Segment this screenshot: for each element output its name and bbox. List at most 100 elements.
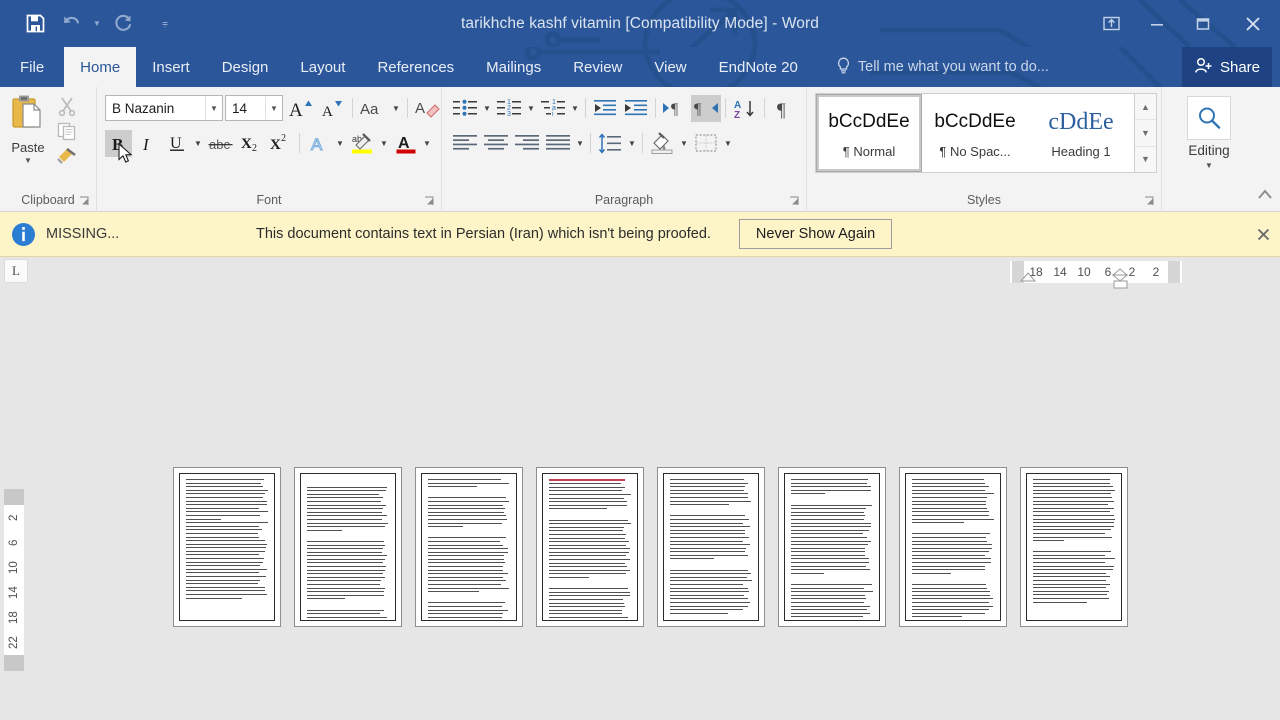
multilevel-list-icon[interactable]: 1ai: [538, 95, 568, 122]
styles-label-text: Styles: [966, 193, 1002, 207]
paragraph-dialog-launcher-icon[interactable]: [789, 196, 800, 207]
tab-stop-selector[interactable]: L: [4, 259, 28, 283]
tab-view[interactable]: View: [638, 47, 702, 87]
copy-icon[interactable]: [57, 122, 77, 141]
font-color-chevron-down-icon[interactable]: ▼: [421, 130, 433, 157]
style-item-heading1[interactable]: cDdEe Heading 1: [1028, 94, 1134, 172]
italic-button[interactable]: I: [134, 130, 161, 157]
cut-icon[interactable]: [57, 96, 77, 116]
page-thumbnail[interactable]: [294, 467, 402, 627]
undo-icon[interactable]: [54, 7, 88, 41]
page-thumbnail[interactable]: [1020, 467, 1128, 627]
styles-more-icon[interactable]: ▼: [1135, 145, 1156, 172]
bold-button[interactable]: B: [105, 129, 132, 157]
grow-font-icon[interactable]: A: [285, 95, 315, 122]
editing-button[interactable]: Editing ▼: [1187, 92, 1231, 170]
change-case-chevron-down-icon[interactable]: ▼: [390, 95, 402, 122]
font-size-chevron-down-icon[interactable]: ▼: [265, 96, 282, 120]
font-size-combo[interactable]: 14 ▼: [225, 95, 283, 121]
save-icon[interactable]: [18, 7, 52, 41]
ribbon-display-icon[interactable]: [1088, 0, 1134, 47]
tab-references[interactable]: References: [361, 47, 470, 87]
superscript-button[interactable]: X2: [267, 130, 294, 157]
horizontal-ruler[interactable]: 18 14 10 6 2 2: [1010, 261, 1182, 283]
shading-icon[interactable]: [647, 130, 677, 157]
align-left-icon[interactable]: [450, 130, 480, 157]
style-item-normal[interactable]: bCcDdEe ¶ Normal: [816, 94, 922, 172]
line-spacing-chevron-down-icon[interactable]: ▼: [626, 130, 638, 157]
search-icon[interactable]: [1187, 96, 1231, 140]
styles-scroll-up-icon[interactable]: ▲: [1135, 94, 1156, 119]
clear-formatting-icon[interactable]: A: [413, 95, 443, 122]
tab-file[interactable]: File: [0, 47, 65, 87]
styles-gallery-scrollbar[interactable]: ▲ ▼ ▼: [1135, 93, 1157, 173]
tell-me-box[interactable]: Tell me what you want to do...: [836, 47, 1049, 87]
close-icon[interactable]: [1226, 0, 1280, 47]
shading-chevron-down-icon[interactable]: ▼: [678, 130, 690, 157]
page-thumbnail[interactable]: [899, 467, 1007, 627]
justify-icon[interactable]: [543, 130, 573, 157]
tab-layout[interactable]: Layout: [284, 47, 361, 87]
highlight-chevron-down-icon[interactable]: ▼: [378, 130, 390, 157]
never-show-again-button[interactable]: Never Show Again: [738, 219, 893, 249]
minimize-icon[interactable]: [1134, 0, 1180, 47]
decrease-indent-icon[interactable]: [590, 95, 620, 122]
underline-chevron-down-icon[interactable]: ▼: [192, 130, 204, 157]
style-item-no-spacing[interactable]: bCcDdEe ¶ No Spac...: [922, 94, 1028, 172]
tab-home[interactable]: Home: [64, 47, 137, 87]
rtl-text-direction-icon[interactable]: ¶: [691, 94, 721, 122]
paste-dropdown-icon[interactable]: ▼: [24, 157, 32, 165]
text-effects-chevron-down-icon[interactable]: ▼: [334, 130, 346, 157]
underline-button[interactable]: U: [163, 130, 190, 157]
styles-scroll-down-icon[interactable]: ▼: [1135, 119, 1156, 145]
styles-dialog-launcher-icon[interactable]: [1144, 196, 1155, 207]
bullets-chevron-down-icon[interactable]: ▼: [481, 95, 493, 122]
borders-chevron-down-icon[interactable]: ▼: [722, 130, 734, 157]
format-painter-icon[interactable]: [56, 147, 78, 165]
redo-icon[interactable]: [106, 7, 140, 41]
paste-button[interactable]: Paste ▼: [0, 92, 56, 165]
shrink-font-icon[interactable]: A: [317, 95, 347, 122]
tab-mailings[interactable]: Mailings: [470, 47, 557, 87]
page-thumbnail[interactable]: [778, 467, 886, 627]
tab-design[interactable]: Design: [206, 47, 285, 87]
restore-icon[interactable]: [1180, 0, 1226, 47]
align-right-icon[interactable]: [512, 130, 542, 157]
multilevel-chevron-down-icon[interactable]: ▼: [569, 95, 581, 122]
font-name-chevron-down-icon[interactable]: ▼: [205, 96, 222, 120]
clipboard-dialog-launcher-icon[interactable]: [79, 196, 90, 207]
line-spacing-icon[interactable]: [595, 130, 625, 157]
highlight-color-icon[interactable]: ab: [348, 130, 376, 157]
share-button[interactable]: Share: [1181, 47, 1272, 87]
message-bar-close-icon[interactable]: [1252, 223, 1274, 245]
tab-insert[interactable]: Insert: [136, 47, 206, 87]
increase-indent-icon[interactable]: [621, 95, 651, 122]
tab-endnote[interactable]: EndNote 20: [703, 47, 814, 87]
page-thumbnail[interactable]: [173, 467, 281, 627]
align-center-icon[interactable]: [481, 130, 511, 157]
font-dialog-launcher-icon[interactable]: [424, 196, 435, 207]
tab-review[interactable]: Review: [557, 47, 638, 87]
font-name-combo[interactable]: B Nazanin ▼: [105, 95, 223, 121]
page-thumbnail[interactable]: [657, 467, 765, 627]
ltr-text-direction-icon[interactable]: ¶: [660, 95, 690, 122]
editing-chevron-down-icon[interactable]: ▼: [1205, 161, 1213, 170]
undo-dropdown-icon[interactable]: ▼: [90, 7, 104, 41]
borders-icon[interactable]: [691, 130, 721, 157]
bullets-icon[interactable]: [450, 95, 480, 122]
customize-qat-icon[interactable]: ⩦: [158, 7, 172, 41]
change-case-icon[interactable]: Aa: [358, 95, 388, 122]
font-color-icon[interactable]: A: [392, 130, 419, 157]
text-line: [428, 613, 504, 615]
text-effects-icon[interactable]: A: [305, 130, 332, 157]
numbering-icon[interactable]: 123: [494, 95, 524, 122]
collapse-ribbon-icon[interactable]: [1257, 187, 1273, 205]
numbering-chevron-down-icon[interactable]: ▼: [525, 95, 537, 122]
strikethrough-button[interactable]: abc: [206, 130, 236, 157]
justify-chevron-down-icon[interactable]: ▼: [574, 130, 586, 157]
page-thumbnail[interactable]: [536, 467, 644, 627]
sort-icon[interactable]: AZ: [730, 95, 760, 122]
subscript-button[interactable]: X2: [238, 130, 265, 157]
show-paragraph-marks-icon[interactable]: ¶: [769, 95, 799, 122]
page-thumbnail[interactable]: [415, 467, 523, 627]
